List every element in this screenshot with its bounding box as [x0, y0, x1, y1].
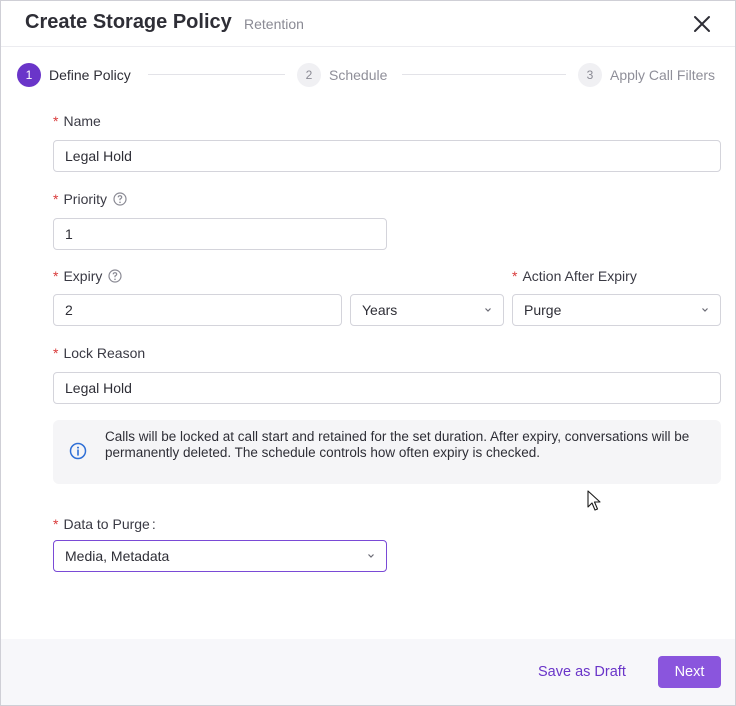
expiry-label: * Expiry — [53, 268, 122, 284]
chevron-down-icon — [702, 308, 708, 312]
step-3-number[interactable]: 3 — [578, 63, 602, 87]
lock-reason-label: * Lock Reason — [53, 345, 146, 361]
required-mark: * — [53, 345, 59, 361]
lock-reason-input[interactable]: Legal Hold — [53, 372, 721, 404]
data-to-purge-label: * Data to Purge: — [53, 516, 156, 532]
required-mark: * — [53, 191, 59, 207]
required-mark: * — [53, 516, 59, 532]
action-after-expiry-select[interactable]: Purge — [512, 294, 721, 326]
chevron-down-icon — [368, 554, 374, 558]
dialog-subtitle: Retention — [244, 16, 304, 32]
next-button[interactable]: Next — [658, 656, 721, 688]
info-banner: Calls will be locked at call start and r… — [53, 420, 721, 484]
expiry-unit-select[interactable]: Years — [350, 294, 504, 326]
required-mark: * — [53, 113, 59, 129]
chevron-down-icon — [485, 308, 491, 312]
data-to-purge-select[interactable]: Media, Metadata — [53, 540, 387, 572]
action-after-expiry-label: * Action After Expiry — [512, 268, 637, 284]
required-mark: * — [53, 268, 59, 284]
name-input[interactable]: Legal Hold — [53, 140, 721, 172]
help-circle-icon[interactable] — [108, 269, 122, 283]
close-button[interactable] — [690, 12, 714, 36]
stepper: 1 Define Policy 2 Schedule 3 Apply Call … — [1, 62, 735, 88]
expiry-input[interactable]: 2 — [53, 294, 342, 326]
step-1-label[interactable]: Define Policy — [49, 67, 131, 83]
info-circle-icon — [69, 442, 87, 460]
dialog-title: Create Storage Policy — [25, 11, 232, 33]
save-as-draft-button[interactable]: Save as Draft — [538, 664, 626, 680]
priority-label: * Priority — [53, 191, 127, 207]
info-text: Calls will be locked at call start and r… — [105, 429, 690, 460]
dialog-footer: Save as Draft Next — [1, 639, 735, 705]
step-connector — [148, 74, 285, 75]
required-mark: * — [512, 268, 518, 284]
mouse-cursor-icon — [587, 490, 601, 511]
dialog-header: Create Storage Policy Retention — [1, 1, 735, 47]
step-connector — [402, 74, 566, 75]
step-2-label[interactable]: Schedule — [329, 67, 387, 83]
create-storage-policy-dialog: Create Storage Policy Retention 1 Define… — [0, 0, 736, 706]
help-circle-icon[interactable] — [113, 192, 127, 206]
expiry-unit-value: Years — [362, 302, 398, 318]
step-2-number[interactable]: 2 — [297, 63, 321, 87]
action-after-expiry-value: Purge — [524, 302, 562, 318]
step-1-number[interactable]: 1 — [17, 63, 41, 87]
data-to-purge-value: Media, Metadata — [65, 548, 170, 564]
name-label: * Name — [53, 113, 101, 129]
priority-input[interactable]: 1 — [53, 218, 387, 250]
step-3-label[interactable]: Apply Call Filters — [610, 67, 715, 83]
close-icon — [694, 16, 710, 32]
